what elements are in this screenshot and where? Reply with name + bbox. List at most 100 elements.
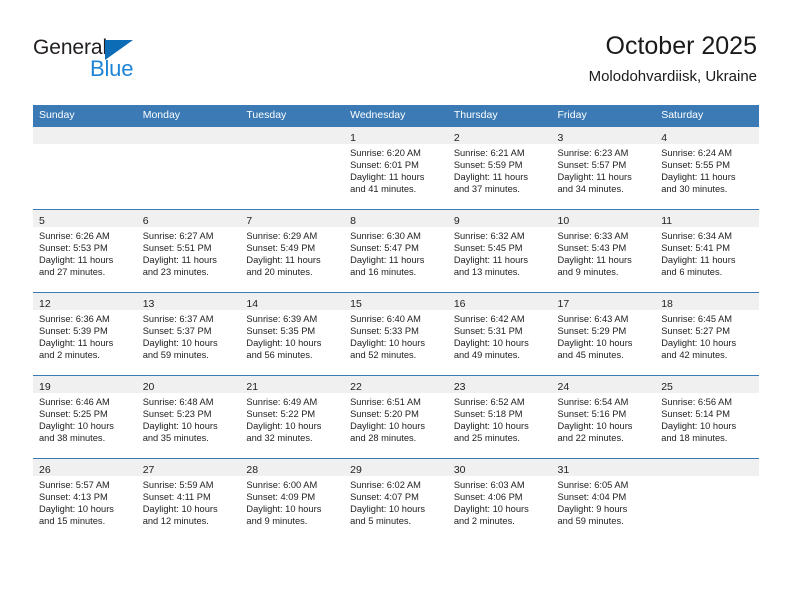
calendar-day-cell[interactable]: 29 Sunrise: 6:02 AM Sunset: 4:07 PM Dayligh… [344, 458, 448, 541]
sunrise-text: Sunrise: 6:39 AM [246, 314, 318, 324]
sunset-text: Sunset: 5:18 PM [453, 409, 523, 420]
sunset-text: Sunset: 5:37 PM [142, 326, 212, 337]
daylight-text-line2: and 42 minutes. [661, 350, 728, 361]
sunrise-sunset-calendar: Sunday Monday Tuesday Wednesday Thursday Frid… [33, 105, 759, 541]
daylight-text-line2: and 23 minutes. [142, 267, 209, 278]
calendar-day-cell[interactable]: 13 Sunrise: 6:37 AM Sunset: 5:37 PM Dayligh… [136, 292, 241, 376]
day-details [136, 144, 241, 209]
calendar-day-cell[interactable]: 19 Sunrise: 6:46 AM Sunset: 5:25 PM Dayligh… [33, 375, 137, 459]
calendar-day-cell[interactable]: 21 Sunrise: 6:49 AM Sunset: 5:22 PM Dayligh… [240, 375, 345, 459]
day-cell-inner: 12 Sunrise: 6:36 AM Sunset: 5:39 PM Dayligh… [33, 293, 137, 375]
calendar-day-cell[interactable]: 3 Sunrise: 6:23 AM Sunset: 5:57 PM Daylight… [551, 126, 656, 210]
day-number: 4 [661, 132, 668, 144]
calendar-day-cell[interactable]: 30 Sunrise: 6:03 AM Sunset: 4:06 PM Dayligh… [447, 458, 552, 541]
day-cell-inner: 17 Sunrise: 6:43 AM Sunset: 5:29 PM Dayligh… [551, 293, 656, 375]
daylight-text-line2: and 15 minutes. [39, 516, 106, 527]
calendar-day-cell[interactable]: 15 Sunrise: 6:40 AM Sunset: 5:33 PM Dayligh… [344, 292, 448, 376]
day-number: 7 [246, 215, 253, 227]
daylight-text-line2: and 49 minutes. [453, 350, 520, 361]
daylight-text-line1: Daylight: 11 hours [350, 255, 425, 266]
day-details: Sunrise: 6:27 AM Sunset: 5:51 PM Daylight:… [136, 227, 241, 292]
daylight-text-line1: Daylight: 11 hours [350, 172, 425, 183]
daylight-text-line1: Daylight: 11 hours [39, 255, 114, 266]
daylight-text-line2: and 9 minutes. [246, 516, 308, 527]
daylight-text-line2: and 45 minutes. [557, 350, 624, 361]
calendar-day-cell[interactable]: 24 Sunrise: 6:54 AM Sunset: 5:16 PM Dayligh… [551, 375, 656, 459]
daylight-text-line1: Daylight: 10 hours [142, 421, 218, 432]
daylight-text-line1: Daylight: 10 hours [557, 421, 633, 432]
sunset-text: Sunset: 5:29 PM [557, 326, 627, 337]
day-details [33, 144, 137, 209]
day-details [240, 144, 345, 209]
calendar-day-cell[interactable]: 4 Sunrise: 6:24 AM Sunset: 5:55 PM Daylight… [655, 126, 759, 210]
sunrise-text: Sunrise: 6:21 AM [453, 148, 525, 158]
day-number: 9 [453, 215, 460, 227]
daylight-text-line1: Daylight: 11 hours [246, 255, 321, 266]
day-details: Sunrise: 6:36 AM Sunset: 5:39 PM Daylight:… [33, 310, 137, 375]
sunset-text: Sunset: 5:27 PM [661, 326, 730, 337]
calendar-day-cell[interactable]: 1 Sunrise: 6:20 AM Sunset: 6:01 PM Daylight… [344, 126, 448, 210]
daylight-text-line2: and 56 minutes. [246, 350, 313, 361]
sunrise-text: Sunrise: 6:52 AM [453, 397, 525, 407]
sunset-text: Sunset: 5:45 PM [453, 243, 523, 254]
day-number-band: 30 [447, 459, 552, 476]
day-cell-inner: 8 Sunrise: 6:30 AM Sunset: 5:47 PM Daylight… [344, 210, 448, 292]
weekday-header-monday: Monday [136, 105, 241, 127]
day-cell-inner: 16 Sunrise: 6:42 AM Sunset: 5:31 PM Dayligh… [447, 293, 552, 375]
calendar-day-cell[interactable]: 22 Sunrise: 6:51 AM Sunset: 5:20 PM Dayligh… [344, 375, 448, 459]
day-number-band: 28 [240, 459, 345, 476]
day-cell-inner: 14 Sunrise: 6:39 AM Sunset: 5:35 PM Dayligh… [240, 293, 345, 375]
calendar-day-cell[interactable]: 11 Sunrise: 6:34 AM Sunset: 5:41 PM Dayligh… [655, 209, 759, 293]
day-details: Sunrise: 6:46 AM Sunset: 5:25 PM Daylight:… [33, 393, 137, 458]
day-details: Sunrise: 6:52 AM Sunset: 5:18 PM Daylight:… [447, 393, 552, 458]
calendar-day-cell[interactable]: 2 Sunrise: 6:21 AM Sunset: 5:59 PM Daylight… [447, 126, 552, 210]
calendar-day-cell[interactable]: 23 Sunrise: 6:52 AM Sunset: 5:18 PM Dayligh… [447, 375, 552, 459]
day-number-band: 26 [33, 459, 137, 476]
day-number-band: 14 [240, 293, 345, 310]
calendar-day-cell[interactable]: 12 Sunrise: 6:36 AM Sunset: 5:39 PM Dayligh… [33, 292, 137, 376]
day-number: 26 [39, 464, 51, 476]
daylight-text-line1: Daylight: 10 hours [142, 338, 218, 349]
calendar-day-cell[interactable]: 10 Sunrise: 6:33 AM Sunset: 5:43 PM Dayligh… [551, 209, 656, 293]
calendar-day-cell[interactable]: 9 Sunrise: 6:32 AM Sunset: 5:45 PM Daylight… [447, 209, 552, 293]
sunrise-text: Sunrise: 6:30 AM [350, 231, 421, 241]
sunrise-text: Sunrise: 6:03 AM [453, 480, 525, 490]
general-blue-logo[interactable]: General Blue [33, 36, 213, 86]
calendar-day-cell[interactable]: 7 Sunrise: 6:29 AM Sunset: 5:49 PM Daylight… [240, 209, 345, 293]
calendar-day-cell[interactable]: 14 Sunrise: 6:39 AM Sunset: 5:35 PM Dayligh… [240, 292, 345, 376]
calendar-day-cell[interactable]: 8 Sunrise: 6:30 AM Sunset: 5:47 PM Daylight… [344, 209, 448, 293]
day-cell-inner: 7 Sunrise: 6:29 AM Sunset: 5:49 PM Daylight… [240, 210, 345, 292]
day-number-band: 8 [344, 210, 448, 227]
calendar-day-cell[interactable]: 26 Sunrise: 5:57 AM Sunset: 4:13 PM Dayligh… [33, 458, 137, 541]
calendar-day-cell[interactable]: 17 Sunrise: 6:43 AM Sunset: 5:29 PM Dayligh… [551, 292, 656, 376]
weekday-header-tuesday: Tuesday [240, 105, 345, 127]
sunrise-text: Sunrise: 6:23 AM [557, 148, 629, 158]
day-details: Sunrise: 6:02 AM Sunset: 4:07 PM Daylight:… [344, 476, 448, 541]
day-cell-inner: 20 Sunrise: 6:48 AM Sunset: 5:23 PM Dayligh… [136, 376, 241, 458]
day-number-band: 6 [136, 210, 241, 227]
calendar-day-cell[interactable]: 5 Sunrise: 6:26 AM Sunset: 5:53 PM Daylight… [33, 209, 137, 293]
sunrise-text: Sunrise: 6:34 AM [661, 231, 733, 241]
daylight-text-line1: Daylight: 10 hours [246, 504, 322, 515]
daylight-text-line1: Daylight: 11 hours [557, 255, 632, 266]
day-number-band: 10 [551, 210, 656, 227]
daylight-text-line2: and 34 minutes. [557, 184, 624, 195]
sunrise-text: Sunrise: 6:45 AM [661, 314, 733, 324]
day-number: 23 [453, 381, 466, 393]
sunset-text: Sunset: 5:25 PM [39, 409, 108, 420]
daylight-text-line2: and 2 minutes. [453, 516, 515, 527]
day-details: Sunrise: 6:26 AM Sunset: 5:53 PM Daylight:… [33, 227, 137, 292]
day-number-band: 17 [551, 293, 656, 310]
calendar-day-cell[interactable]: 31 Sunrise: 6:05 AM Sunset: 4:04 PM Dayligh… [551, 458, 656, 541]
calendar-day-cell[interactable]: 28 Sunrise: 6:00 AM Sunset: 4:09 PM Dayligh… [240, 458, 345, 541]
day-number-band: 24 [551, 376, 656, 393]
calendar-day-cell[interactable]: 16 Sunrise: 6:42 AM Sunset: 5:31 PM Dayligh… [447, 292, 552, 376]
day-cell-inner: 13 Sunrise: 6:37 AM Sunset: 5:37 PM Dayligh… [136, 293, 241, 375]
calendar-day-cell[interactable]: 20 Sunrise: 6:48 AM Sunset: 5:23 PM Dayligh… [136, 375, 241, 459]
calendar-day-cell[interactable]: 25 Sunrise: 6:56 AM Sunset: 5:14 PM Dayligh… [655, 375, 759, 459]
daylight-text-line1: Daylight: 10 hours [453, 504, 529, 515]
daylight-text-line1: Daylight: 10 hours [661, 338, 737, 349]
calendar-day-cell[interactable]: 6 Sunrise: 6:27 AM Sunset: 5:51 PM Daylight… [136, 209, 241, 293]
calendar-day-cell[interactable]: 18 Sunrise: 6:45 AM Sunset: 5:27 PM Dayligh… [655, 292, 759, 376]
calendar-day-cell[interactable]: 27 Sunrise: 5:59 AM Sunset: 4:11 PM Dayligh… [136, 458, 241, 541]
